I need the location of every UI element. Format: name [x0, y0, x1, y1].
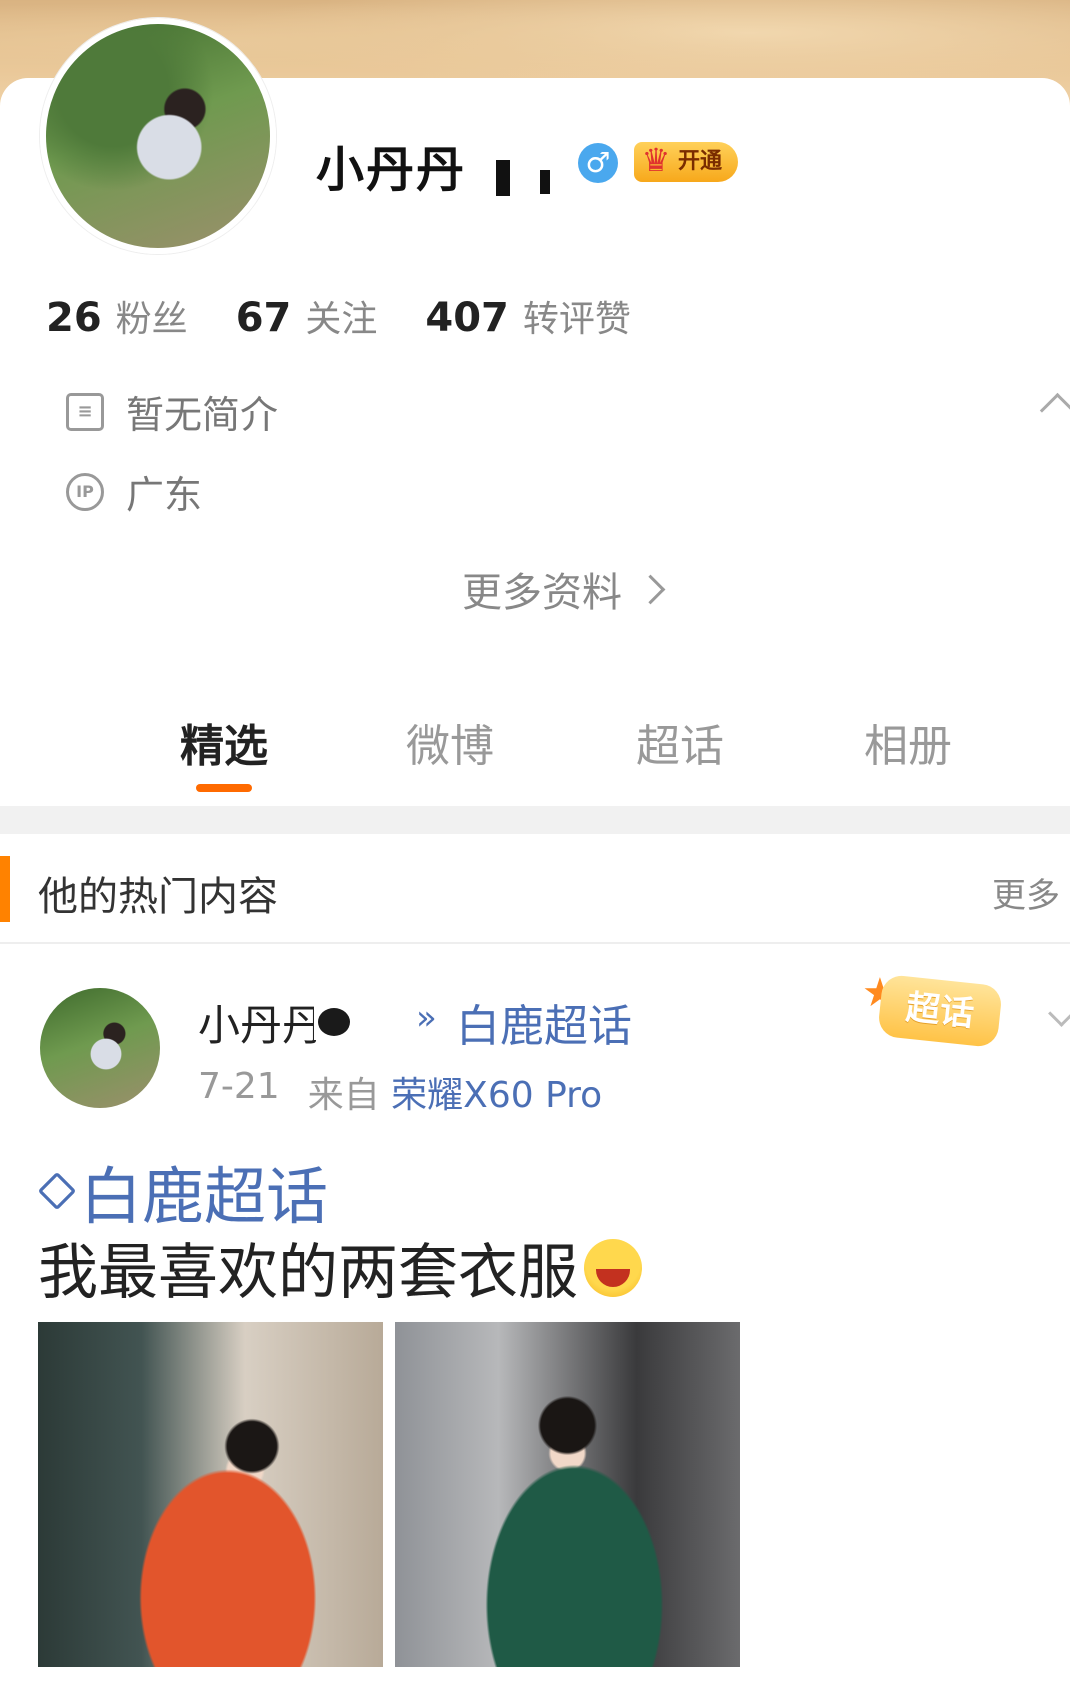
redaction-mark	[540, 170, 550, 194]
redaction-mark	[496, 160, 510, 196]
stat-following[interactable]: 67 关注	[236, 290, 378, 342]
post-topic-tag[interactable]: 白鹿超话	[37, 1146, 329, 1236]
post-topic-link[interactable]: 白鹿超话	[456, 990, 632, 1054]
stat-value: 26	[46, 295, 102, 341]
male-icon: ♂	[578, 143, 618, 183]
document-icon: ≡	[66, 392, 104, 431]
tab-album[interactable]: 相册	[864, 710, 952, 774]
post-body-text: 我最喜欢的两套衣服	[38, 1238, 578, 1308]
section-accent-bar	[0, 856, 10, 922]
stat-label: 粉丝	[115, 299, 188, 340]
stat-label: 转评赞	[522, 299, 631, 340]
supertopic-badge[interactable]: 超话	[877, 973, 1003, 1049]
stat-interactions[interactable]: 407 转评赞	[425, 290, 631, 342]
stat-value: 67	[235, 295, 292, 341]
post-image[interactable]	[395, 1322, 740, 1667]
post-topic-text: 白鹿超话	[80, 1160, 329, 1233]
post-meta: 7-21 来自 荣耀X60 Pro	[198, 1066, 602, 1118]
vip-open-button[interactable]: ♛ 开通	[634, 141, 738, 182]
redaction-mark	[318, 1008, 350, 1036]
stat-followers[interactable]: 26 粉丝	[46, 290, 188, 342]
section-divider	[0, 806, 1070, 834]
profile-username: 小丹丹	[316, 142, 467, 198]
more-info-link[interactable]: 更多资料	[462, 560, 666, 618]
hot-content-more-link[interactable]: 更多	[992, 868, 1060, 917]
post-body: 我最喜欢的两套衣服	[38, 1224, 642, 1311]
ip-icon: IP	[66, 472, 104, 511]
tab-supertopic[interactable]: 超话	[636, 710, 724, 774]
vip-label: 开通	[678, 149, 723, 174]
post-author-name[interactable]: 小丹丹	[198, 992, 324, 1053]
stat-value: 407	[425, 295, 509, 341]
crown-icon: ♛	[641, 141, 671, 179]
post-date: 7-21	[198, 1066, 280, 1107]
laughing-emoji-icon	[584, 1238, 642, 1297]
stat-label: 关注	[305, 299, 378, 340]
bio-text: 暂无简介	[126, 393, 279, 437]
ip-location-row: IP 广东	[66, 464, 202, 519]
chevron-down-icon[interactable]	[1048, 1000, 1070, 1027]
more-info-label: 更多资料	[462, 570, 622, 616]
chevron-right-icon	[635, 574, 666, 604]
post-image[interactable]	[38, 1322, 383, 1667]
diamond-icon	[37, 1171, 77, 1211]
profile-tabs: 精选 微博 超话 相册	[0, 700, 1070, 796]
bio-row: ≡ 暂无简介	[66, 384, 278, 439]
chevron-right-icon: »	[416, 998, 437, 1038]
tab-featured[interactable]: 精选	[180, 710, 268, 774]
active-tab-indicator	[196, 784, 252, 792]
ip-location-text: 广东	[126, 473, 203, 517]
post-device-link[interactable]: 荣耀X60 Pro	[391, 1075, 602, 1116]
profile-stats: 26 粉丝 67 关注 407 转评赞	[46, 290, 631, 342]
post-author-avatar[interactable]	[40, 988, 160, 1108]
profile-avatar[interactable]	[40, 18, 276, 254]
hot-content-title: 他的热门内容	[38, 874, 278, 920]
post-source-prefix: 来自	[307, 1075, 380, 1116]
tab-weibo[interactable]: 微博	[406, 710, 494, 774]
